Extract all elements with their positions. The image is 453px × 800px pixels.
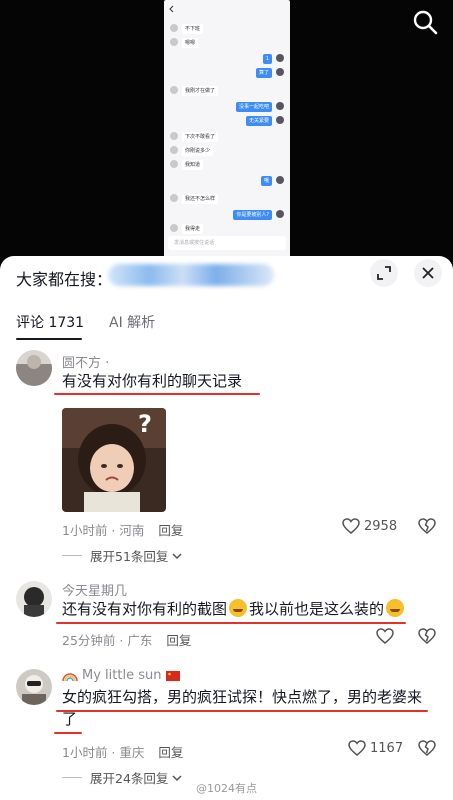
close-button[interactable] [414, 259, 442, 287]
comment-text: 有没有对你有利的聊天记录 [62, 372, 243, 390]
dislike-button[interactable] [418, 518, 436, 538]
comment-time-location: 1小时前 · 重庆 [62, 745, 145, 760]
comment-username[interactable]: 今天星期几 [62, 580, 127, 599]
comment-meta: 1小时前 · 河南 回复 [62, 520, 183, 539]
chat-avatar [170, 24, 178, 32]
like-count: 2958 [364, 518, 398, 534]
dislike-button[interactable] [418, 740, 436, 760]
search-icon[interactable] [411, 8, 439, 36]
image-question-mark: ? [138, 410, 152, 438]
comment-text-part: 还有没有对你有利的截图 [62, 600, 228, 618]
chat-bubble: 你刚说多少 [182, 146, 214, 156]
chat-bubble: 嗯嗯 [182, 38, 199, 48]
chevron-down-icon [172, 552, 182, 559]
chat-bubble: 下次不敢看了 [182, 132, 219, 142]
chat-avatar [276, 176, 284, 184]
comment-username[interactable]: 圆不方 · [62, 352, 109, 371]
expand-replies[interactable]: 展开24条回复 [62, 768, 183, 787]
chevron-down-icon [172, 774, 182, 781]
broken-heart-icon [418, 518, 436, 534]
chat-avatar [170, 132, 178, 140]
chat-bubble: 我知道 [182, 160, 204, 170]
red-underline [54, 393, 260, 395]
chat-avatar [276, 68, 284, 76]
comment-image[interactable]: ? [62, 408, 166, 512]
comment-tabs: 评论 1731 AI 解析 [0, 302, 453, 342]
chat-bubble: 我还不怎么样 [182, 194, 219, 204]
panel-header: 大家都在搜： [0, 256, 453, 296]
heart-icon [376, 628, 394, 644]
chat-avatar [170, 224, 178, 232]
red-underline [56, 622, 406, 624]
chat-bubble: 没事一起吃吧 [235, 102, 272, 112]
chat-input: 发消息或按住说话 [168, 236, 286, 250]
close-icon [422, 267, 434, 279]
chat-avatar [170, 194, 178, 202]
avatar[interactable] [16, 581, 52, 617]
expand-icon [377, 266, 391, 280]
like-count: 1167 [370, 740, 404, 756]
chat-avatar [170, 86, 178, 94]
comment-text: 还有没有对你有利的截图 我以前也是这么装的 [62, 598, 406, 620]
chat-bubble: 无关紧要 [245, 116, 272, 126]
chat-avatar [170, 146, 178, 154]
chat-bubble: 我刚才在做了 [182, 86, 219, 96]
tab-comments[interactable]: 评论 1731 [16, 312, 84, 332]
comment-text-line2: 了 [62, 710, 78, 728]
chat-bubble: 1 [262, 54, 272, 64]
like-button[interactable]: 1167 [348, 740, 403, 756]
avatar[interactable] [16, 350, 52, 386]
chat-bubble: 哦 [260, 176, 272, 186]
red-underline [54, 732, 82, 734]
broken-heart-icon [418, 740, 436, 756]
emoji-icon [386, 599, 405, 617]
expand-button[interactable] [370, 259, 398, 287]
broken-heart-icon [418, 628, 436, 644]
comment-meta: 25分钟前 · 广东 回复 [62, 630, 191, 649]
comment-time-location: 25分钟前 · 广东 [62, 633, 153, 648]
comment-text-line1: 女的疯狂勾搭，男的疯狂试探！快点燃了，男的老婆来 [62, 688, 423, 706]
chat-avatar [170, 160, 178, 168]
chat-avatar [276, 102, 284, 110]
back-icon [169, 5, 174, 13]
search-suggestion-label[interactable]: 大家都在搜： [16, 266, 112, 290]
comment-text-part: 我以前也是这么装的 [249, 600, 385, 618]
chat-screenshot: 不下班嗯嗯 1 算了我刚才在做了没事一起吃吧无关紧要下次不敢看了 你刚说多少我知道哦我… [164, 0, 290, 262]
flag-icon [166, 670, 181, 681]
search-suggestion-blurred[interactable] [108, 264, 274, 286]
heart-icon [348, 740, 366, 756]
heart-icon [342, 518, 360, 534]
active-tab-indicator [16, 338, 82, 340]
comment-panel: 大家都在搜： 评论 1731 AI 解析 圆不方 · 有没有对你有利的聊天记录 [0, 256, 453, 800]
chat-avatar [276, 116, 284, 124]
expand-replies-label: 展开24条回复 [90, 771, 169, 786]
like-button[interactable] [376, 628, 398, 644]
chat-avatar [170, 38, 178, 46]
like-button[interactable]: 2958 [342, 518, 397, 534]
chat-bubble: 算了 [255, 68, 272, 78]
reply-button[interactable]: 回复 [158, 523, 183, 538]
tab-ai-analysis[interactable]: AI 解析 [109, 312, 155, 332]
reply-button[interactable]: 回复 [166, 633, 191, 648]
expand-replies[interactable]: 展开51条回复 [62, 546, 183, 565]
watermark: @1024有点 [196, 782, 257, 795]
chat-bubble: 我得走 [182, 224, 204, 234]
expand-replies-label: 展开51条回复 [90, 549, 169, 564]
chat-bubble: 不下班 [182, 24, 204, 34]
comment-username[interactable]: My little sun [82, 668, 161, 683]
red-underline [56, 710, 428, 712]
rainbow-icon [62, 672, 78, 681]
comment-username-row: My little sun [62, 668, 181, 683]
video-area[interactable]: 不下班嗯嗯 1 算了我刚才在做了没事一起吃吧无关紧要下次不敢看了 你刚说多少我知道哦我… [0, 0, 453, 274]
chat-avatar [276, 210, 284, 218]
chat-bubble: 你是要被别人? [233, 210, 272, 220]
emoji-icon [229, 599, 248, 617]
reply-button[interactable]: 回复 [158, 745, 183, 760]
comment-time-location: 1小时前 · 河南 [62, 523, 145, 538]
avatar[interactable] [16, 669, 52, 705]
chat-topbar [164, 0, 290, 18]
dislike-button[interactable] [418, 628, 436, 648]
comment-meta: 1小时前 · 重庆 回复 [62, 742, 183, 761]
chat-avatar [276, 54, 284, 62]
